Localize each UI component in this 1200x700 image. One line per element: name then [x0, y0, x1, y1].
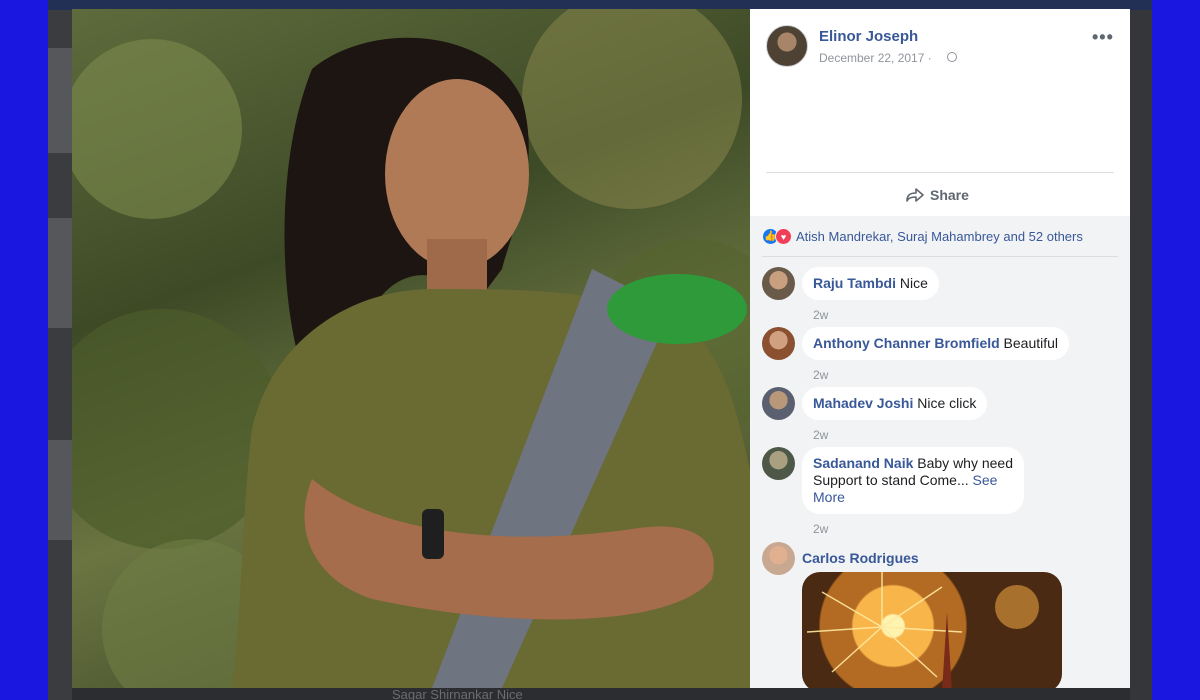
comment-bubble: Mahadev Joshi Nice click — [802, 387, 988, 420]
commenter-avatar[interactable] — [762, 387, 795, 420]
commenter-name[interactable]: Mahadev Joshi — [813, 395, 913, 411]
comment-bubble: Sadanand Naik Baby why need Support to s… — [802, 447, 1024, 514]
reactors-summary[interactable]: Atish Mandrekar, Suraj Mahambrey and 52 … — [796, 229, 1083, 244]
commenter-name[interactable]: Sadanand Naik — [813, 455, 913, 471]
more-options-icon[interactable]: ••• — [1092, 27, 1114, 48]
commenter-avatar[interactable] — [762, 327, 795, 360]
share-label: Share — [930, 187, 969, 203]
commenter-avatar[interactable] — [762, 267, 795, 300]
author-name[interactable]: Elinor Joseph — [819, 28, 918, 45]
photo-illustration — [72, 9, 750, 688]
comment-text: Beautiful — [999, 335, 1059, 351]
heart-icon: ♥ — [775, 228, 792, 245]
comment-bubble: Anthony Channer Bromfield Beautiful — [802, 327, 1070, 360]
reactions-row[interactable]: 👍 ♥ Atish Mandrekar, Suraj Mahambrey and… — [762, 228, 1083, 245]
commenter-name[interactable]: Raju Tambdi — [813, 275, 896, 291]
reactions-divider — [762, 256, 1118, 257]
comment-time[interactable]: 2w — [813, 308, 828, 322]
commenter-name[interactable]: Anthony Channer Bromfield — [813, 335, 1000, 351]
background-right-column — [1130, 10, 1152, 700]
post-side-panel: Elinor Joseph December 22, 2017 · ••• Sh… — [750, 9, 1130, 688]
background-comment-text: Sagar Shirnankar Nice — [392, 688, 523, 700]
background-thumbnail — [48, 48, 72, 153]
comment-bubble: Raju Tambdi Nice — [802, 267, 939, 300]
comment-time[interactable]: 2w — [813, 522, 828, 536]
comment-time[interactable]: 2w — [813, 368, 828, 382]
comment-text: Nice click — [913, 395, 977, 411]
fireworks-illustration — [806, 572, 1039, 688]
share-button[interactable]: Share — [906, 184, 969, 206]
commenter-avatar[interactable] — [762, 447, 795, 480]
comment-gif-image[interactable] — [802, 572, 1062, 688]
background-thumbnail — [48, 218, 72, 328]
commenter-avatar[interactable] — [762, 542, 795, 575]
background-thumbnail — [48, 440, 72, 540]
header-divider — [766, 172, 1114, 173]
commenter-name[interactable]: Carlos Rodrigues — [802, 550, 919, 566]
post-header: Elinor Joseph December 22, 2017 · ••• Sh… — [750, 9, 1130, 216]
author-avatar[interactable] — [766, 25, 808, 67]
share-arrow-icon — [906, 188, 924, 202]
globe-icon[interactable] — [947, 52, 957, 62]
comment-time[interactable]: 2w — [813, 428, 828, 442]
post-photo[interactable] — [72, 9, 750, 688]
post-date[interactable]: December 22, 2017 · — [819, 51, 932, 65]
comment-text: Nice — [895, 275, 928, 291]
